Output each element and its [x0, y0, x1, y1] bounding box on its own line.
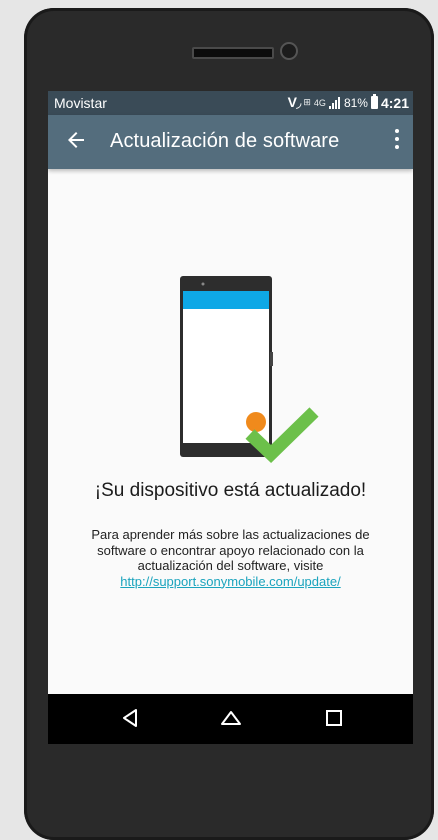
square-recents-icon[interactable] [322, 706, 346, 730]
body-paragraph: Para aprender más sobre las actualizacio… [91, 527, 370, 573]
phone-updated-checkmark-icon [180, 276, 319, 464]
update-info-text: Para aprender más sobre las actualizacio… [68, 527, 393, 589]
app-title: Actualización de software [110, 130, 340, 152]
network-type-label: 4G [313, 97, 326, 108]
battery-icon [370, 94, 378, 109]
app-bar: Actualización de software [48, 115, 413, 169]
front-camera [280, 42, 298, 60]
status-bar: Movistar V◞ ⊞ 4G 81% 4:21 [48, 91, 413, 115]
home-icon[interactable] [219, 706, 243, 730]
speaker-grille [192, 47, 274, 59]
arrow-back-icon[interactable] [64, 128, 88, 152]
headline: ¡Su dispositivo está actualizado! [94, 480, 367, 501]
battery-percent: 81% [343, 95, 368, 110]
screen: Movistar V◞ ⊞ 4G 81% 4:21 Actualización … [48, 91, 413, 744]
signal-strength-icon [328, 96, 340, 109]
triangle-back-icon[interactable] [118, 706, 142, 730]
status-icons: V◞ ⊞ 4G 81% 4:21 [288, 94, 409, 111]
volte-icon: V◞ [287, 94, 302, 110]
support-link[interactable]: http://support.sonymobile.com/update/ [120, 574, 340, 589]
navigation-bar [48, 694, 413, 744]
more-vert-icon[interactable] [393, 129, 401, 153]
clock: 4:21 [380, 94, 409, 111]
carrier-name: Movistar [54, 95, 107, 111]
wifi-calling-icon: ⊞ [303, 97, 311, 107]
